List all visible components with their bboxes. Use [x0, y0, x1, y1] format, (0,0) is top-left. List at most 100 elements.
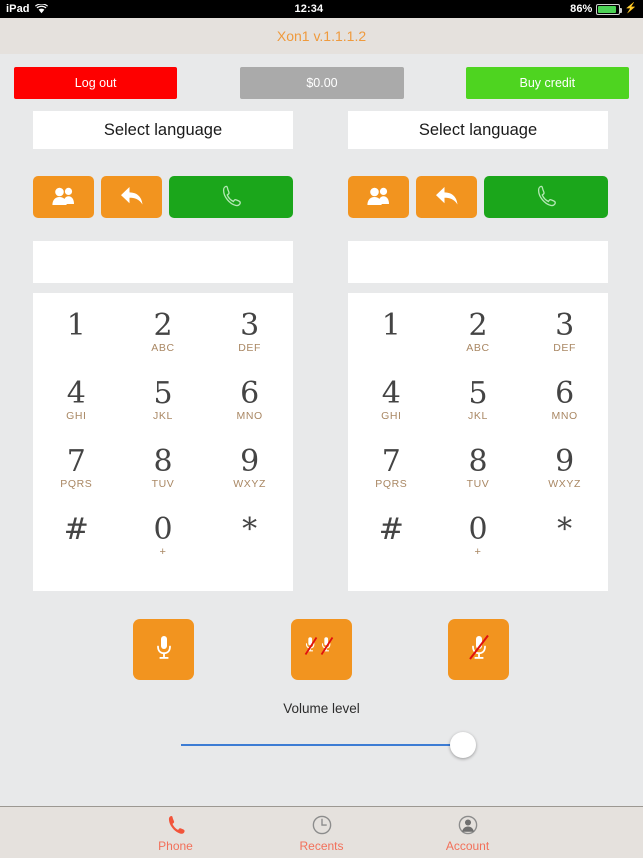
key-letters: WXYZ [233, 477, 267, 490]
logout-button[interactable]: Log out [14, 67, 178, 99]
backspace-button-right[interactable] [416, 176, 477, 218]
key-letters: PQRS [375, 477, 408, 490]
key-3[interactable]: 3 DEF [521, 305, 608, 373]
select-language-left[interactable]: Select language [33, 111, 293, 149]
key-hash[interactable]: # [33, 509, 120, 577]
key-2[interactable]: 2 ABC [435, 305, 522, 373]
key-star[interactable]: * [206, 509, 293, 577]
contacts-button-left[interactable] [33, 176, 94, 218]
key-9[interactable]: 9 WXYZ [206, 441, 293, 509]
key-9[interactable]: 9 WXYZ [521, 441, 608, 509]
key-6[interactable]: 6 MNO [206, 373, 293, 441]
volume-slider-thumb[interactable] [450, 732, 476, 758]
key-7[interactable]: 7 PQRS [348, 441, 435, 509]
key-4[interactable]: 4 GHI [348, 373, 435, 441]
key-letters: + [159, 545, 167, 558]
key-digit: 8 [468, 444, 488, 479]
key-digit: 8 [153, 444, 173, 479]
tab-account[interactable]: Account [420, 813, 516, 853]
keypad-right: 1 2 ABC 3 DEF 4 GHI 5 JKL 6 MNO 7 PQRS 8… [348, 293, 608, 591]
key-digit: 7 [66, 444, 86, 479]
call-button-left[interactable] [169, 176, 293, 218]
charging-bolt-icon: ⚡ [624, 3, 637, 14]
key-8[interactable]: 8 TUV [435, 441, 522, 509]
dialer-panel-left: Select language 1 2 ABC 3 DEF 4 GHI 5 JK… [33, 111, 293, 591]
microphone-muted-button[interactable] [448, 619, 509, 680]
select-language-right[interactable]: Select language [348, 111, 608, 149]
key-4[interactable]: 4 GHI [33, 373, 120, 441]
key-5[interactable]: 5 JKL [120, 373, 207, 441]
keypad-left: 1 2 ABC 3 DEF 4 GHI 5 JKL 6 MNO 7 PQRS 8… [33, 293, 293, 591]
key-letters: TUV [151, 477, 175, 490]
key-digit: 3 [240, 308, 260, 343]
key-0[interactable]: 0 + [120, 509, 207, 577]
key-star[interactable]: * [521, 509, 608, 577]
number-display-left[interactable] [33, 241, 293, 283]
key-1[interactable]: 1 [348, 305, 435, 373]
key-letters: DEF [238, 341, 262, 354]
battery-percent-label: 86% [570, 3, 593, 15]
status-bar-clock: 12:34 [294, 3, 324, 15]
key-7[interactable]: 7 PQRS [33, 441, 120, 509]
ios-status-bar: iPad 12:34 86% ⚡ [0, 0, 643, 18]
key-0[interactable]: 0 + [435, 509, 522, 577]
number-display-right[interactable] [348, 241, 608, 283]
key-6[interactable]: 6 MNO [521, 373, 608, 441]
key-digit: 9 [555, 444, 575, 479]
key-digit: 0 [153, 512, 173, 547]
key-letters: GHI [66, 409, 87, 422]
key-5[interactable]: 5 JKL [435, 373, 522, 441]
microphone-double-muted-button[interactable] [291, 619, 352, 680]
key-digit: 4 [381, 376, 401, 411]
microphone-button[interactable] [133, 619, 194, 680]
back-arrow-icon [119, 185, 145, 210]
balance-display[interactable]: $0.00 [240, 67, 404, 99]
key-digit: * [242, 512, 258, 547]
phone-handset-icon [534, 184, 558, 211]
key-letters: ABC [151, 341, 175, 354]
key-3[interactable]: 3 DEF [206, 305, 293, 373]
microphone-muted-icon [468, 634, 490, 665]
tab-recents[interactable]: Recents [274, 813, 370, 853]
key-1[interactable]: 1 [33, 305, 120, 373]
device-name: iPad [6, 3, 30, 15]
backspace-button-left[interactable] [101, 176, 162, 218]
microphone-icon [154, 634, 174, 665]
contacts-button-right[interactable] [348, 176, 409, 218]
key-digit: 1 [66, 308, 86, 343]
bottom-tab-bar: Phone Recents Account [0, 806, 643, 858]
key-letters: DEF [553, 341, 577, 354]
key-hash[interactable]: # [348, 509, 435, 577]
key-digit: 9 [240, 444, 260, 479]
person-icon [457, 813, 479, 837]
contacts-icon [51, 186, 77, 209]
volume-slider-track [181, 744, 463, 746]
key-2[interactable]: 2 ABC [120, 305, 207, 373]
key-digit: # [378, 512, 404, 547]
buy-credit-button[interactable]: Buy credit [465, 67, 629, 99]
dialer-panel-right: Select language 1 2 ABC 3 DEF 4 GHI 5 JK… [348, 111, 608, 591]
key-letters: WXYZ [548, 477, 582, 490]
phone-handset-icon [219, 184, 243, 211]
microphone-double-muted-icon [304, 635, 340, 664]
contacts-icon [366, 186, 392, 209]
call-button-right[interactable] [484, 176, 608, 218]
key-digit: 6 [240, 376, 260, 411]
tab-phone[interactable]: Phone [128, 813, 224, 853]
status-bar-left: iPad [6, 3, 48, 15]
key-8[interactable]: 8 TUV [120, 441, 207, 509]
call-actions-left [33, 176, 293, 218]
microphone-controls [0, 591, 643, 695]
volume-slider[interactable] [181, 732, 476, 758]
key-digit: 0 [468, 512, 488, 547]
back-arrow-icon [434, 185, 460, 210]
wifi-icon [34, 4, 48, 14]
app-title-bar: Xon1 v.1.1.1.2 [0, 18, 643, 54]
key-digit: 7 [381, 444, 401, 479]
key-digit: 4 [66, 376, 86, 411]
volume-control: Volume level [0, 695, 643, 758]
key-digit: 2 [153, 308, 173, 343]
key-digit: 5 [153, 376, 173, 411]
key-digit: 1 [381, 308, 401, 343]
